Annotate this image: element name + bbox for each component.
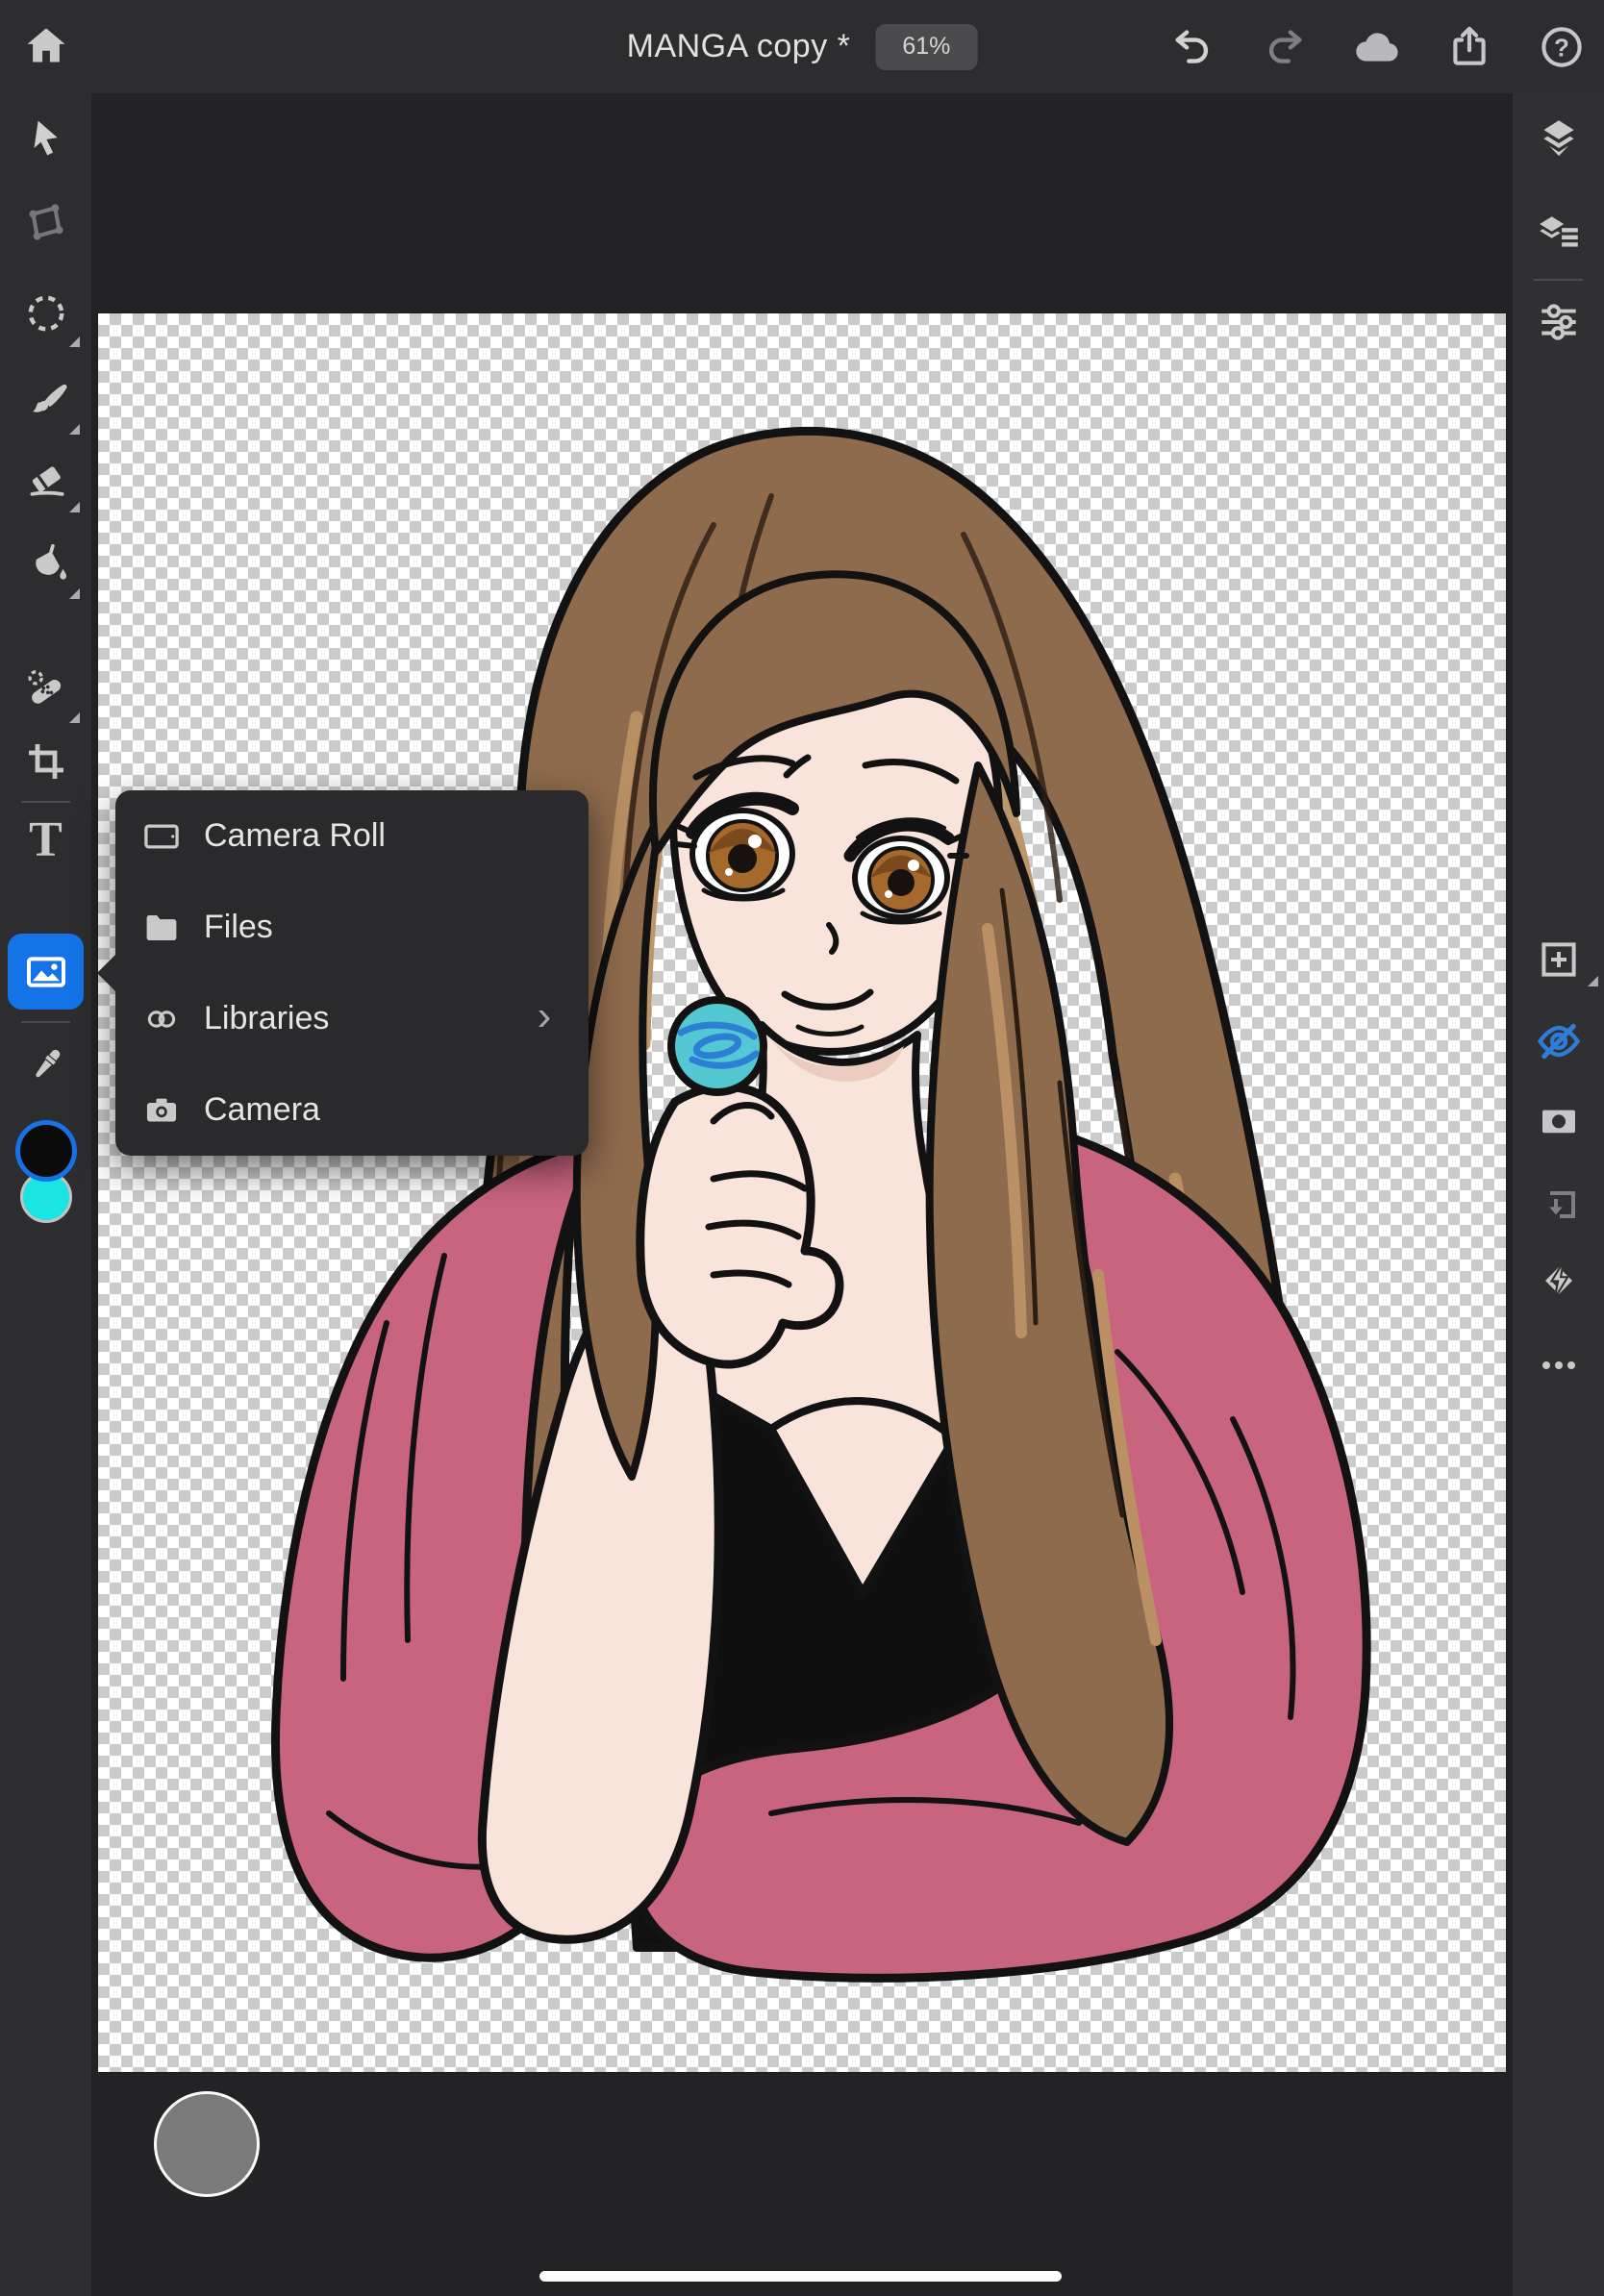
menu-item-camera[interactable]: Camera	[115, 1064, 589, 1156]
layer-hidden-icon	[1537, 1023, 1580, 1060]
tool-options-indicator	[69, 337, 80, 347]
transform-tool[interactable]	[0, 182, 91, 264]
home-icon	[27, 28, 65, 62]
menu-item-camera-roll[interactable]: Camera Roll	[115, 790, 589, 882]
more-icon	[1541, 1361, 1575, 1369]
menu-item-label: Files	[204, 909, 273, 945]
layers-panel-button[interactable]	[1513, 109, 1604, 166]
fill-tool[interactable]	[0, 524, 91, 607]
menu-item-label: Libraries	[204, 1000, 330, 1036]
app-screen: MANGA copy * 61% ? T Camera Roll Files L…	[0, 0, 1604, 2296]
layer-mask-button[interactable]	[1513, 1092, 1604, 1150]
place-image-menu: Camera Roll Files Libraries › Camera	[97, 790, 589, 1156]
type-tool[interactable]: T	[0, 798, 91, 881]
cloud-sync-button[interactable]	[1350, 20, 1404, 74]
layer-effects-icon	[1544, 1261, 1572, 1299]
document-title-group[interactable]: MANGA copy * 61%	[627, 0, 978, 93]
brush-tool[interactable]	[0, 360, 91, 442]
mask-icon	[1541, 1110, 1575, 1134]
layer-visibility-button[interactable]	[1513, 1012, 1604, 1070]
cloud-sync-icon	[1356, 32, 1398, 62]
layers-icon	[1542, 120, 1574, 157]
toolbar-divider	[21, 1021, 70, 1023]
artboard[interactable]	[98, 313, 1506, 2072]
folder-icon	[146, 914, 177, 940]
home-button[interactable]	[17, 17, 75, 75]
heal-tool[interactable]	[0, 648, 91, 731]
canvas-area[interactable]	[91, 93, 1513, 2296]
menu-item-label: Camera Roll	[204, 817, 386, 854]
layer-properties-icon	[1539, 216, 1578, 247]
tool-options-indicator	[69, 588, 80, 599]
help-button[interactable]: ?	[1535, 20, 1589, 74]
tool-options-indicator	[69, 502, 80, 512]
type-icon: T	[29, 811, 63, 867]
left-toolbar: T	[0, 93, 91, 2296]
home-indicator[interactable]	[539, 2271, 1062, 2282]
adjustments-icon	[1541, 304, 1576, 340]
undo-icon	[1175, 29, 1209, 63]
healing-bandage-icon	[27, 670, 61, 704]
menu-item-libraries[interactable]: Libraries ›	[115, 973, 589, 1064]
move-cursor-icon	[34, 120, 58, 156]
add-layer-button[interactable]	[1513, 931, 1604, 988]
menu-item-files[interactable]: Files	[115, 882, 589, 973]
place-image-tool[interactable]	[8, 934, 84, 1010]
svg-text:?: ?	[1554, 33, 1569, 62]
tablet-icon	[144, 823, 179, 849]
layer-properties-button[interactable]	[1513, 205, 1604, 262]
layer-effects-button[interactable]	[1513, 1252, 1604, 1310]
transform-quad-icon	[29, 204, 63, 240]
eyedropper-icon	[35, 1049, 60, 1078]
canvas-artwork	[270, 426, 1371, 1983]
eraser-icon	[30, 466, 64, 496]
document-title: MANGA copy *	[626, 28, 851, 64]
creative-cloud-icon	[147, 1010, 176, 1028]
more-options-button[interactable]	[1513, 1336, 1604, 1394]
popup-pointer	[97, 954, 116, 992]
selection-tool[interactable]	[0, 272, 91, 355]
primary-color-swatch[interactable]	[15, 1120, 77, 1182]
help-icon: ?	[1541, 26, 1582, 67]
move-tool[interactable]	[0, 97, 91, 180]
crop-tool[interactable]	[0, 720, 91, 803]
redo-button[interactable]	[1258, 20, 1312, 74]
chevron-right-icon: ›	[537, 992, 552, 1039]
tool-options-indicator	[69, 424, 80, 435]
top-bar: MANGA copy * 61% ?	[0, 0, 1604, 93]
eyedropper-tool[interactable]	[0, 1024, 91, 1107]
image-icon	[26, 956, 65, 987]
adjustments-button[interactable]	[1513, 293, 1604, 351]
touch-shortcut-circle[interactable]	[154, 2091, 260, 2197]
clip-layer-icon	[1548, 1191, 1575, 1218]
clip-layer-button[interactable]	[1513, 1178, 1604, 1235]
add-layer-icon	[1541, 942, 1576, 977]
menu-item-label: Camera	[204, 1091, 320, 1128]
brush-icon	[32, 384, 67, 412]
crop-icon	[28, 744, 63, 779]
camera-icon	[146, 1098, 177, 1122]
zoom-level-badge[interactable]: 61%	[875, 23, 978, 70]
marquee-ellipse-icon	[28, 295, 63, 332]
share-icon	[1453, 26, 1486, 65]
paint-bucket-icon	[35, 543, 66, 580]
share-button[interactable]	[1442, 20, 1496, 74]
tool-options-indicator	[1588, 976, 1598, 986]
right-toolbar	[1513, 93, 1604, 2296]
undo-button[interactable]	[1165, 20, 1219, 74]
redo-icon	[1268, 29, 1302, 63]
toolbar-divider	[1534, 279, 1583, 281]
eraser-tool[interactable]	[0, 437, 91, 520]
